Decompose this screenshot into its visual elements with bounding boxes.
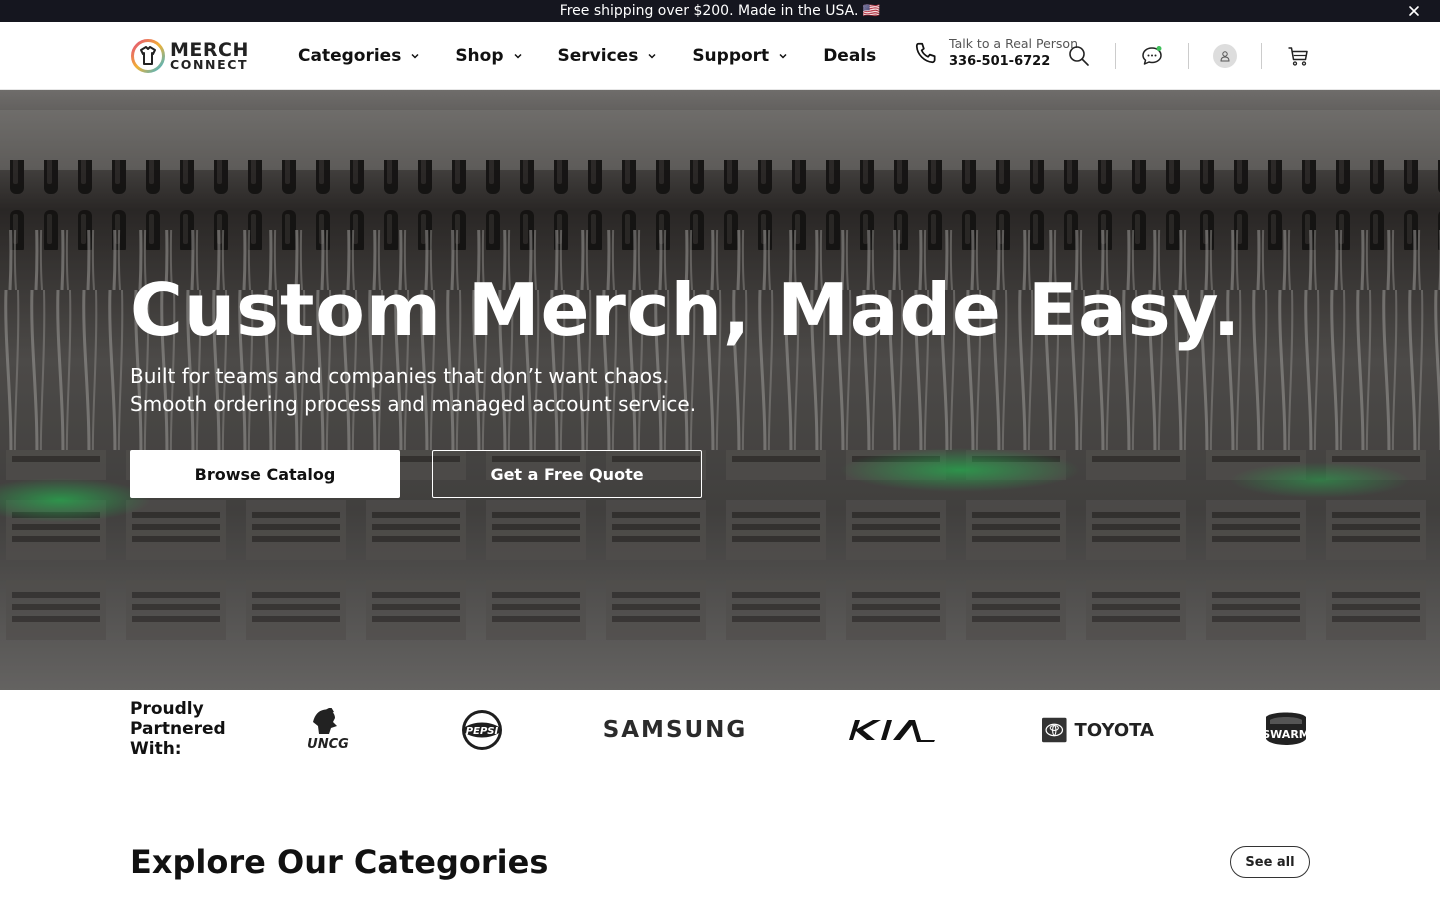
announcement-text: Free shipping over $200. Made in the USA… [559, 3, 881, 19]
close-icon[interactable] [1406, 3, 1422, 19]
hero-subtitle: Built for teams and companies that don’t… [130, 362, 696, 418]
nav-shop-label: Shop [455, 46, 504, 66]
logo-mark-icon [131, 39, 165, 73]
partner-uncg-text: UNCG [307, 737, 349, 752]
partner-logo-uncg: UNCG [300, 708, 356, 752]
partner-logo-toyota: TOYOTA [1042, 708, 1154, 752]
partner-pepsi-text: PEPSI [466, 726, 499, 737]
nav-categories-label: Categories [298, 46, 402, 66]
chat-icon[interactable] [1135, 39, 1169, 73]
nav-services[interactable]: Services [558, 46, 658, 66]
partner-swarm-text: SWARM [1262, 728, 1310, 741]
logo-line2: CONNECT [170, 57, 249, 73]
nav-services-label: Services [557, 46, 639, 66]
cart-icon[interactable] [1281, 39, 1315, 73]
nav-shop[interactable]: Shop [455, 46, 522, 66]
announcement-bar: Free shipping over $200. Made in the USA… [0, 0, 1440, 22]
partner-logo-swarm: SWARM [1260, 708, 1312, 752]
hero-banner: Custom Merch, Made Easy. Built for teams… [0, 90, 1440, 690]
partners-strip: Proudly Partnered With: UNCG PEPSI SAMSU… [0, 690, 1440, 770]
phone-number[interactable]: 336-501-6722 [949, 53, 1078, 71]
partner-samsung-text: SAMSUNG [602, 717, 748, 743]
divider [1261, 43, 1262, 69]
account-icon[interactable] [1208, 39, 1242, 73]
hero-subtitle-line1: Built for teams and companies that don’t… [130, 364, 669, 388]
nav-deals[interactable]: Deals [823, 46, 876, 66]
search-icon[interactable] [1062, 39, 1096, 73]
partner-logo-samsung: SAMSUNG [602, 708, 748, 752]
get-free-quote-button[interactable]: Get a Free Quote [432, 450, 702, 498]
nav-deals-label: Deals [823, 46, 877, 66]
chevron-down-icon [513, 53, 522, 59]
site-logo[interactable]: MERCH CONNECT [130, 38, 249, 74]
hero-title: Custom Merch, Made Easy. [130, 268, 1242, 352]
chevron-down-icon [411, 53, 419, 59]
chevron-down-icon [779, 53, 787, 59]
nav-support[interactable]: Support [692, 46, 788, 66]
nav-support-label: Support [692, 46, 770, 66]
main-nav: Categories Shop Services Support Deals [298, 22, 911, 90]
hero-subtitle-line2: Smooth ordering process and managed acco… [130, 392, 697, 416]
partner-logo-pepsi: PEPSI [460, 708, 504, 752]
phone-icon [915, 43, 936, 64]
site-header: MERCH CONNECT Categories Shop Services S… [0, 22, 1440, 90]
partners-label: Proudly Partnered With: [130, 699, 226, 759]
toyota-emblem-icon [1042, 717, 1067, 743]
browse-catalog-button[interactable]: Browse Catalog [130, 450, 400, 498]
phone-label: Talk to a Real Person [949, 36, 1078, 51]
header-actions [1062, 22, 1315, 90]
partner-toyota-text: TOYOTA [1074, 719, 1154, 741]
nav-categories[interactable]: Categories [298, 46, 420, 66]
partner-logo-kia [846, 708, 938, 752]
divider [1188, 43, 1189, 69]
explore-categories-title: Explore Our Categories [130, 843, 549, 881]
phone-contact[interactable]: Talk to a Real Person 336-501-6722 [913, 36, 1078, 70]
avatar [1213, 44, 1237, 68]
chevron-down-icon [648, 53, 656, 59]
see-all-button[interactable]: See all [1230, 846, 1310, 878]
divider [1115, 43, 1116, 69]
